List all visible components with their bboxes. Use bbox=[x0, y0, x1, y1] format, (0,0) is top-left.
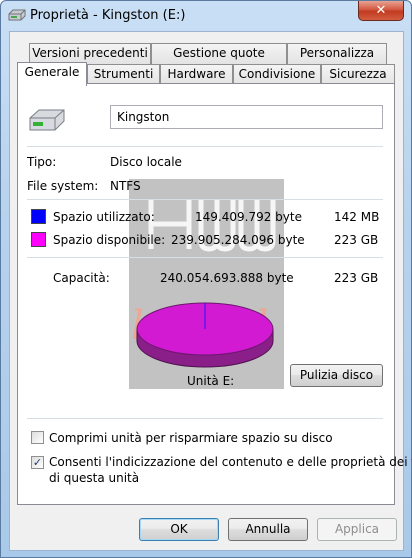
used-space-label: Spazio utilizzato: bbox=[53, 210, 155, 224]
drive-name-input[interactable] bbox=[110, 105, 383, 129]
title-bar[interactable]: Proprietà - Kingston (E:) ✕ bbox=[1, 1, 411, 31]
separator bbox=[27, 257, 383, 258]
tab-hardware[interactable]: Hardware bbox=[160, 64, 233, 85]
tab-sicurezza[interactable]: Sicurezza bbox=[321, 64, 395, 85]
tab-gestione-quote[interactable]: Gestione quote bbox=[151, 43, 287, 64]
used-space-size: 142 MB bbox=[334, 210, 380, 224]
indexing-label-line2[interactable]: di questa unità bbox=[49, 471, 139, 485]
ok-button[interactable]: OK bbox=[139, 518, 219, 541]
apply-button[interactable]: Applica bbox=[317, 518, 397, 541]
compress-drive-checkbox[interactable] bbox=[31, 431, 44, 444]
capacity-size: 223 GB bbox=[334, 271, 379, 285]
filesystem-label: File system: bbox=[27, 179, 99, 193]
tab-strumenti[interactable]: Strumenti bbox=[87, 64, 160, 85]
tab-condivisione[interactable]: Condivisione bbox=[233, 64, 321, 85]
usb-drive-icon bbox=[29, 109, 65, 131]
compress-drive-label[interactable]: Comprimi unità per risparmiare spazio su… bbox=[49, 431, 333, 445]
separator bbox=[27, 199, 383, 200]
free-space-label: Spazio disponibile: bbox=[53, 233, 166, 247]
capacity-label: Capacità: bbox=[53, 271, 110, 285]
filesystem-value: NTFS bbox=[110, 179, 141, 193]
free-space-size: 223 GB bbox=[334, 233, 379, 247]
capacity-bytes: 240.054.693.888 byte bbox=[160, 271, 294, 285]
close-button[interactable]: ✕ bbox=[358, 1, 404, 21]
drive-icon bbox=[8, 9, 26, 21]
indexing-checkbox[interactable]: ✓ bbox=[31, 456, 44, 469]
separator bbox=[27, 418, 383, 419]
used-space-swatch bbox=[31, 209, 46, 224]
drive-letter-label: Unità E: bbox=[187, 374, 235, 388]
tab-versioni-precedenti[interactable]: Versioni precedenti bbox=[29, 43, 151, 64]
indexing-label-line1[interactable]: Consenti l'indicizzazione del contenuto … bbox=[49, 455, 412, 469]
used-space-bytes: 149.409.792 byte bbox=[195, 210, 302, 224]
cancel-button[interactable]: Annulla bbox=[228, 518, 308, 541]
tab-personalizza[interactable]: Personalizza bbox=[287, 43, 387, 64]
free-space-bytes: 239.905.284.096 byte bbox=[171, 233, 305, 247]
type-label: Tipo: bbox=[27, 155, 57, 169]
type-value: Disco locale bbox=[110, 155, 182, 169]
properties-window: Proprietà - Kingston (E:) ✕ Versioni pre… bbox=[0, 0, 412, 558]
disk-cleanup-button[interactable]: Pulizia disco bbox=[290, 364, 383, 387]
window-title: Proprietà - Kingston (E:) bbox=[30, 8, 186, 23]
disk-usage-pie bbox=[136, 302, 274, 368]
free-space-swatch bbox=[31, 232, 46, 247]
separator bbox=[27, 146, 383, 147]
tab-generale[interactable]: Generale bbox=[17, 62, 87, 86]
